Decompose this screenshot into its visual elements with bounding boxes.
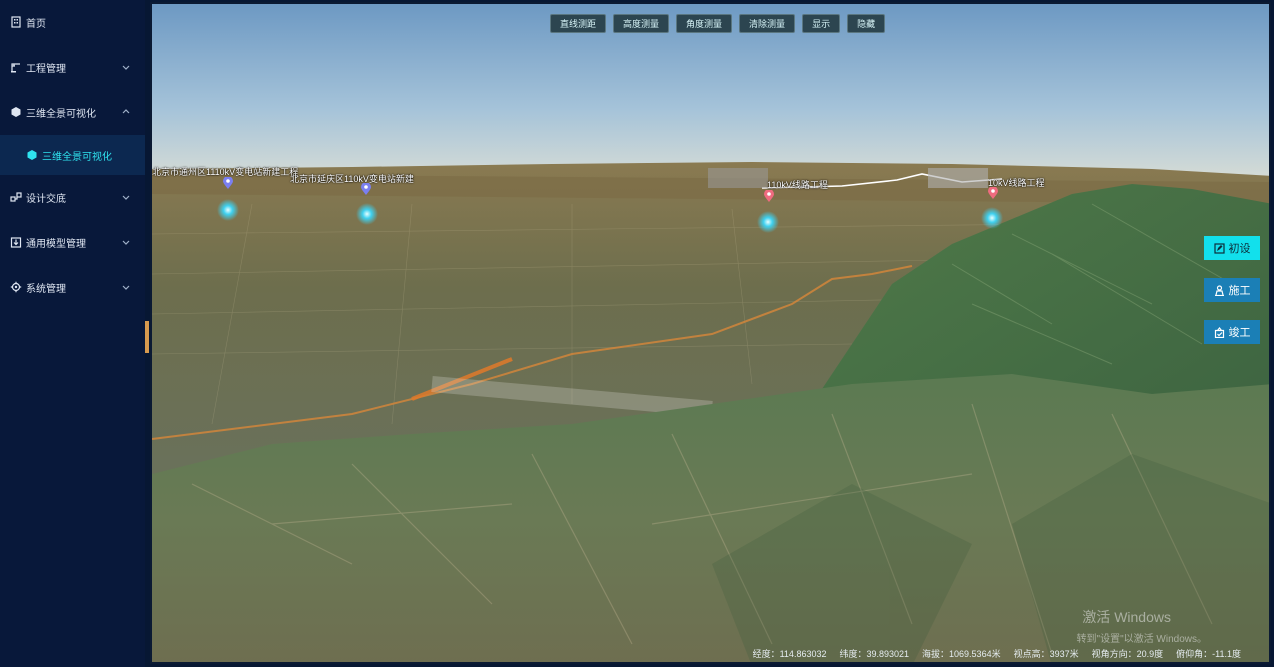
sidebar: 首页 工程管理 三维全景可视化 三维全景可视化 设计交底 通用模型管理 系统管理 [0,0,145,667]
cube-icon [26,149,38,161]
map-label-substation-2[interactable]: 北京市延庆区110kV变电站新建 [290,172,414,185]
share-icon [10,191,22,203]
windows-activation-watermark: 激活 Windows [1082,609,1171,625]
location-pin-icon[interactable] [764,190,774,202]
sidebar-item-label: 通用模型管理 [26,238,86,250]
terrain-scene [152,4,1269,662]
phase-label: 竣工 [1228,327,1251,339]
sidebar-item-label: 三维全景可视化 [42,151,112,163]
phase-preliminary-design-button[interactable]: 初设 [1204,236,1260,260]
chevron-down-icon [122,65,130,70]
sidebar-item-label: 设计交底 [26,193,66,205]
location-pin-icon[interactable] [361,183,371,195]
phase-completion-button[interactable]: 竣工 [1204,320,1260,344]
altitude-readout: 海拔：1069.5364米 [922,649,1001,659]
measure-height-button[interactable]: 高度测量 [613,14,670,33]
sidebar-item-label: 首页 [26,18,46,30]
sidebar-item-home[interactable]: 首页 [0,2,145,42]
edit-icon [1213,242,1225,254]
sidebar-item-design-briefing[interactable]: 设计交底 [0,177,145,217]
3d-map-viewport[interactable]: 直线测距 高度测量 角度测量 清除测量 显示 隐藏 北京市通州区1110kV变电… [150,2,1271,664]
chevron-up-icon [122,109,130,114]
sidebar-item-system-management[interactable]: 系统管理 [0,267,145,307]
view-height-readout: 视点高：3937米 [1013,649,1079,659]
sidebar-subitem-3d-visualization[interactable]: 三维全景可视化 [0,135,145,175]
chevron-down-icon [122,285,130,290]
measure-toolbar: 直线测距 高度测量 角度测量 清除测量 显示 隐藏 [550,14,886,33]
location-pin-icon[interactable] [988,187,998,199]
phase-label: 初设 [1228,243,1251,255]
gear-icon [10,281,22,293]
sidebar-item-label: 三维全景可视化 [26,108,96,120]
windows-activation-hint: 转到"设置"以激活 Windows。 [1076,634,1207,645]
chevron-down-icon [122,195,130,200]
phase-construction-button[interactable]: 施工 [1204,278,1260,302]
clear-measure-button[interactable]: 清除测量 [739,14,796,33]
phase-label: 施工 [1228,285,1251,297]
download-icon [10,236,22,248]
sidebar-item-label: 工程管理 [26,63,66,75]
check-icon [1214,326,1224,338]
building-icon [10,16,22,28]
show-button[interactable]: 显示 [802,14,841,33]
sidebar-item-label: 系统管理 [26,283,66,295]
sidebar-scrollbar[interactable] [145,321,149,353]
measure-angle-button[interactable]: 角度测量 [676,14,733,33]
longitude-readout: 经度：114.863032 [752,649,827,659]
hide-button[interactable]: 隐藏 [847,14,886,33]
worker-icon [1214,284,1224,296]
map-label-110kv-line[interactable]: 110kV线路工程 [767,178,828,191]
pitch-readout: 俯仰角：-11.1度 [1176,649,1241,659]
sidebar-item-3d-visualization[interactable]: 三维全景可视化 [0,92,145,132]
sidebar-item-project-management[interactable]: 工程管理 [0,47,145,87]
chevron-down-icon [122,240,130,245]
sidebar-item-model-management[interactable]: 通用模型管理 [0,222,145,262]
crane-icon [10,61,22,73]
cube-icon [10,106,22,118]
latitude-readout: 纬度：39.893021 [839,649,910,659]
location-pin-icon[interactable] [223,177,233,189]
heading-readout: 视角方向：20.9度 [1091,649,1164,659]
measure-distance-button[interactable]: 直线测距 [550,14,607,33]
coordinate-status-bar: 经度：114.863032 纬度：39.893021 海拔：1069.5364米… [753,647,1241,660]
